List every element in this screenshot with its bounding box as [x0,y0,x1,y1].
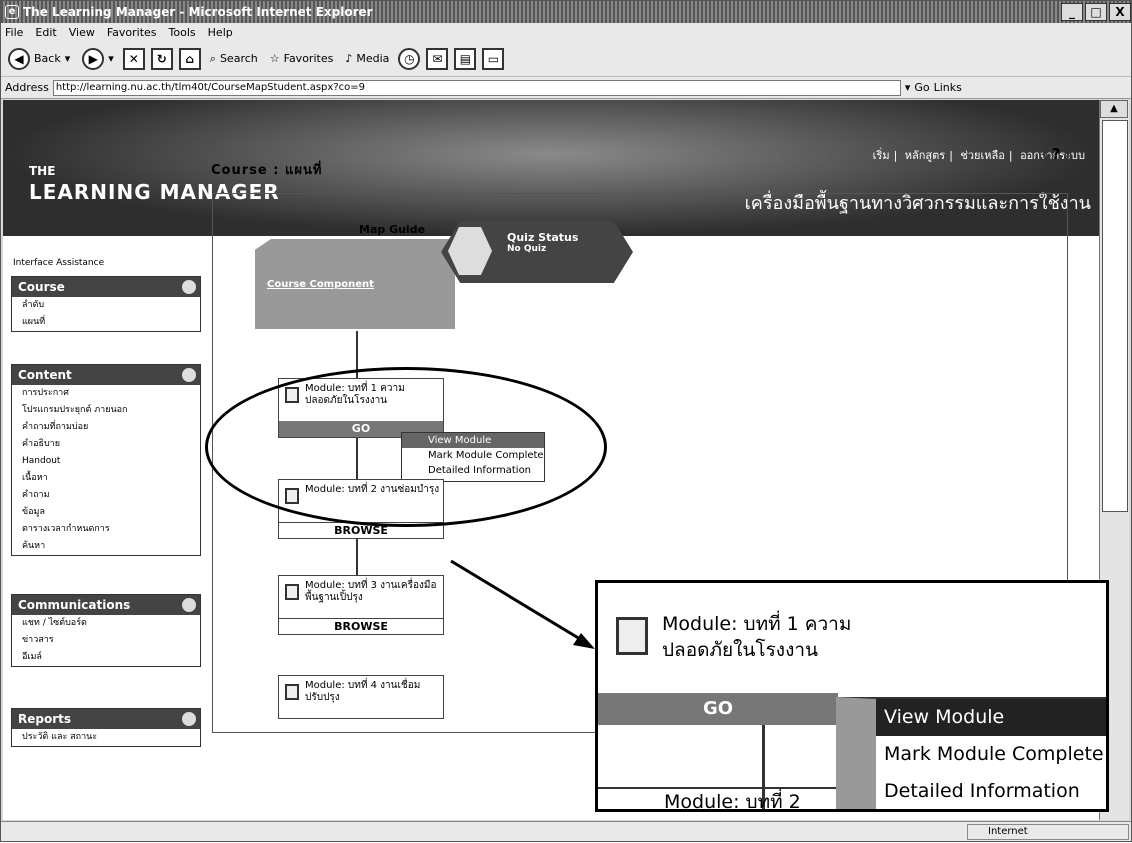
security-zone: Internet [967,824,1129,840]
zoom-context-menu: View Module Mark Module Complete Detaile… [836,697,1106,809]
module-icon [616,617,648,655]
zoom-menu-detailed-info[interactable]: Detailed Information [876,773,1106,809]
status-bar: Internet [1,821,1131,841]
zoom-title-line2: ปลอดภัยในโรงงาน [662,639,818,661]
zoom-go-button[interactable]: GO [598,693,838,725]
browser-window: e The Learning Manager - Microsoft Inter… [0,0,1132,842]
zoom-menu-view-module[interactable]: View Module [876,699,1106,736]
zoom-title-line1: Module: บทที่ 1 ความ [662,613,852,635]
zoom-module-title: Module: บทที่ 1 ความ ปลอดภัยในโรงงาน [662,611,851,663]
zoom-callout: Module: บทที่ 1 ความ ปลอดภัยในโรงงาน GO … [595,580,1109,812]
zoom-next-module: Module: บทที่ 2 [598,787,838,809]
zoom-menu-mark-complete[interactable]: Mark Module Complete [876,736,1106,773]
